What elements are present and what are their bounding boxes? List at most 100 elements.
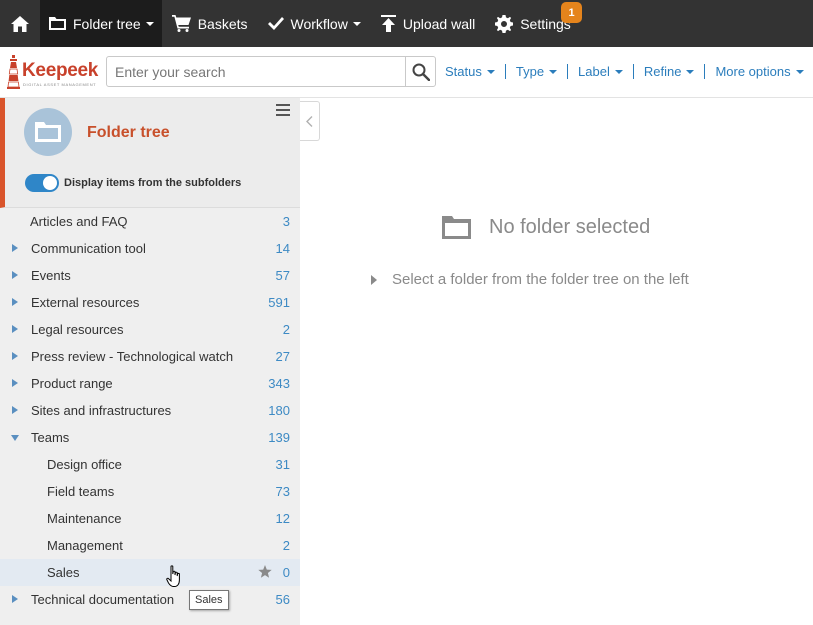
refine-filter-label: Refine <box>643 64 682 79</box>
chevron-down-icon <box>795 69 804 74</box>
tree-row-field-teams[interactable]: Field teams 73 <box>0 478 300 505</box>
folder-count: 343 <box>268 376 290 391</box>
panel-title: Folder tree <box>87 124 170 141</box>
folder-count: 56 <box>275 592 290 607</box>
top-navigation-bar: Folder tree Baskets Workflow Upload wall… <box>0 0 813 47</box>
subfolders-toggle-label: Display items from the subfolders <box>64 177 242 189</box>
baskets-menu[interactable]: Baskets <box>162 0 258 47</box>
filter-divider <box>632 64 634 79</box>
star-icon[interactable] <box>258 565 272 579</box>
check-icon <box>267 17 284 30</box>
gear-icon <box>495 14 514 33</box>
folder-label: Teams <box>31 430 70 445</box>
caret-right-icon <box>371 274 377 285</box>
folder-tree-menu-label: Folder tree <box>73 15 141 32</box>
settings-notification-badge[interactable]: 1 <box>561 2 582 23</box>
tree-row-management[interactable]: Management 2 <box>0 532 300 559</box>
tree-row-sales[interactable]: Sales 0 <box>0 559 300 586</box>
chevron-down-icon <box>549 69 558 74</box>
type-filter-label: Type <box>515 64 545 79</box>
search-toolbar: Keepeek DIGITAL ASSET MANAGEMENT Status … <box>0 47 813 98</box>
tree-row-communication-tool[interactable]: Communication tool 14 <box>0 235 300 262</box>
upload-wall-menu[interactable]: Upload wall <box>371 0 485 47</box>
tree-row-events[interactable]: Events 57 <box>0 262 300 289</box>
tree-row-sites-and-infrastructures[interactable]: Sites and infrastructures 180 <box>0 397 300 424</box>
filter-divider <box>567 64 569 79</box>
folder-count: 139 <box>268 430 290 445</box>
folder-count: 2 <box>282 322 290 337</box>
tree-row-technical-documentation[interactable]: Technical documentation 56 <box>0 586 300 613</box>
type-filter[interactable]: Type <box>515 64 558 79</box>
tree-row-legal-resources[interactable]: Legal resources 2 <box>0 316 300 343</box>
expand-arrow-icon[interactable] <box>12 271 18 279</box>
home-icon <box>11 15 29 32</box>
status-filter[interactable]: Status <box>445 64 495 79</box>
logo-tagline: DIGITAL ASSET MANAGEMENT <box>23 82 97 87</box>
tree-row-teams[interactable]: Teams 139 <box>0 424 300 451</box>
keepeek-logo[interactable]: Keepeek DIGITAL ASSET MANAGEMENT <box>7 55 98 91</box>
folder-label: Articles and FAQ <box>30 214 128 229</box>
expand-arrow-icon[interactable] <box>12 379 18 387</box>
expand-arrow-icon[interactable] <box>12 406 18 414</box>
folder-count: 2 <box>282 538 290 553</box>
hand-cursor-icon <box>166 565 180 587</box>
folder-count: 31 <box>275 457 290 472</box>
folder-count: 73 <box>275 484 290 499</box>
chevron-down-icon <box>686 69 695 74</box>
folder-label: Events <box>31 268 71 283</box>
refine-filter[interactable]: Refine <box>644 64 695 79</box>
folder-label: Field teams <box>47 484 115 499</box>
folder-icon <box>35 122 61 142</box>
chevron-down-icon <box>614 69 623 74</box>
expand-arrow-icon[interactable] <box>12 325 18 333</box>
tree-row-articles-and-faq[interactable]: Articles and FAQ 3 <box>0 208 300 235</box>
expand-arrow-icon[interactable] <box>12 595 18 603</box>
hamburger-menu-icon[interactable] <box>276 104 290 116</box>
tree-row-maintenance[interactable]: Maintenance 12 <box>0 505 300 532</box>
upload-icon <box>380 15 396 32</box>
folder-label: Product range <box>31 376 113 391</box>
empty-state-title: No folder selected <box>442 216 650 239</box>
folder-label: Management <box>47 538 123 553</box>
label-filter-label: Label <box>578 64 610 79</box>
search-button[interactable] <box>405 57 435 86</box>
folder-count: 12 <box>275 511 290 526</box>
folder-label: Press review - Technological watch <box>31 349 234 364</box>
expand-arrow-icon[interactable] <box>12 352 18 360</box>
folder-count: 14 <box>275 241 290 256</box>
expand-arrow-icon[interactable] <box>12 298 18 306</box>
folder-icon <box>442 216 471 239</box>
empty-state-hint: Select a folder from the folder tree on … <box>371 271 689 288</box>
folder-tree-menu[interactable]: Folder tree <box>40 0 162 47</box>
workflow-menu-label: Workflow <box>290 15 348 32</box>
folder-label: External resources <box>31 295 140 310</box>
home-button[interactable] <box>0 0 40 47</box>
expand-arrow-icon[interactable] <box>12 244 18 252</box>
more-options-filter-label: More options <box>715 64 791 79</box>
folder-label: Sales <box>47 565 80 580</box>
folder-label: Technical documentation <box>31 592 175 607</box>
tree-row-external-resources[interactable]: External resources 591 <box>0 289 300 316</box>
filter-divider <box>704 64 706 79</box>
status-filter-label: Status <box>445 64 482 79</box>
folder-tree: Articles and FAQ 3 Communication tool 14… <box>0 208 300 613</box>
collapse-arrow-icon[interactable] <box>11 435 19 441</box>
workflow-menu[interactable]: Workflow <box>258 0 371 47</box>
tree-row-design-office[interactable]: Design office 31 <box>0 451 300 478</box>
folder-label: Design office <box>47 457 122 472</box>
subfolders-toggle[interactable] <box>25 174 59 192</box>
chevron-down-icon <box>352 21 361 26</box>
filter-bar: Status Type Label Refine More options <box>445 64 804 79</box>
more-options-filter[interactable]: More options <box>715 64 804 79</box>
tree-row-press-review[interactable]: Press review - Technological watch 27 <box>0 343 300 370</box>
label-filter[interactable]: Label <box>578 64 623 79</box>
folder-count: 57 <box>275 268 290 283</box>
upload-wall-menu-label: Upload wall <box>402 15 476 32</box>
folder-count: 591 <box>268 295 290 310</box>
folder-count: 0 <box>282 565 290 580</box>
folder-tree-header: Folder tree Display items from the subfo… <box>0 98 300 208</box>
tree-row-product-range[interactable]: Product range 343 <box>0 370 300 397</box>
collapse-panel-button[interactable] <box>300 101 320 141</box>
search-input[interactable] <box>107 57 407 86</box>
tooltip: Sales <box>189 590 229 610</box>
